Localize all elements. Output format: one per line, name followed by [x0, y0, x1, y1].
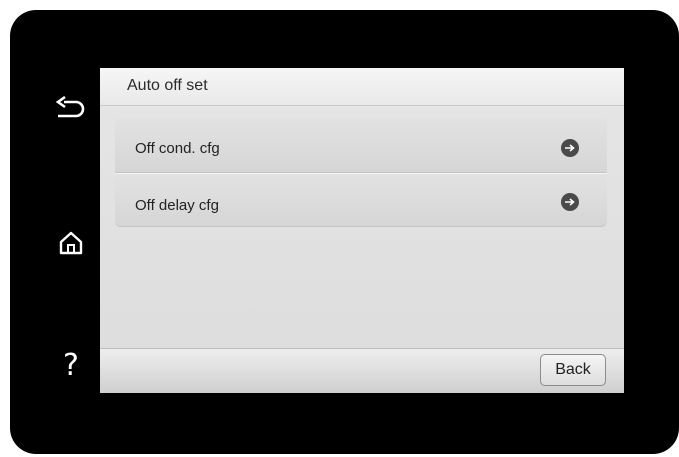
- menu-list: Off cond. cfg Off delay cfg: [115, 118, 607, 227]
- menu-item-label: Off delay cfg: [135, 197, 219, 214]
- help-glyph: ?: [63, 348, 79, 383]
- title-bar: Auto off set: [100, 68, 624, 106]
- home-icon[interactable]: [46, 223, 96, 263]
- help-icon[interactable]: ?: [46, 346, 96, 386]
- back-button[interactable]: Back: [540, 354, 606, 386]
- back-arrow-icon[interactable]: [46, 88, 96, 128]
- bottom-bar: Back: [100, 348, 624, 393]
- menu-item-off-delay-cfg[interactable]: Off delay cfg: [115, 173, 607, 227]
- menu-item-off-cond-cfg[interactable]: Off cond. cfg: [115, 118, 607, 173]
- page-title: Auto off set: [127, 77, 208, 94]
- arrow-right-circle-icon: [561, 139, 579, 157]
- arrow-right-circle-icon: [561, 193, 579, 211]
- lcd-screen: Auto off set Off cond. cfg Off delay cfg…: [100, 68, 624, 393]
- menu-item-label: Off cond. cfg: [135, 140, 220, 157]
